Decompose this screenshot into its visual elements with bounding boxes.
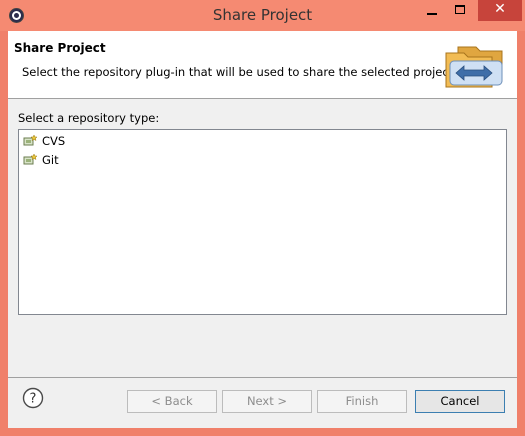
wizard-header: Share Project Select the repository plug… xyxy=(8,31,517,99)
list-item-label: Git xyxy=(42,153,59,167)
repository-icon xyxy=(23,153,38,165)
minimize-icon xyxy=(427,13,437,15)
list-item[interactable]: CVS xyxy=(23,132,65,150)
share-project-window: Share Project ✕ Share Project Select the… xyxy=(0,0,525,436)
maximize-button[interactable] xyxy=(446,0,474,21)
back-button[interactable]: < Back xyxy=(127,390,217,413)
close-button[interactable]: ✕ xyxy=(478,0,522,21)
wizard-description: Select the repository plug-in that will … xyxy=(22,65,457,79)
wizard-title: Share Project xyxy=(14,41,106,55)
list-item-label: CVS xyxy=(42,134,66,148)
title-bar[interactable]: Share Project ✕ xyxy=(0,0,525,31)
close-icon: ✕ xyxy=(494,1,506,17)
help-icon[interactable]: ? xyxy=(22,387,44,409)
repository-type-list[interactable]: CVS Git xyxy=(18,129,507,315)
svg-text:?: ? xyxy=(30,392,37,407)
repository-type-label: Select a repository type: xyxy=(18,111,160,125)
minimize-button[interactable] xyxy=(418,0,446,21)
share-project-banner-icon xyxy=(445,46,503,88)
finish-button[interactable]: Finish xyxy=(317,390,407,413)
dialog-body: Share Project Select the repository plug… xyxy=(8,31,517,428)
button-bar-divider xyxy=(8,377,517,378)
list-item[interactable]: Git xyxy=(23,151,59,169)
next-button[interactable]: Next > xyxy=(222,390,312,413)
repository-icon xyxy=(23,134,38,146)
maximize-icon xyxy=(455,5,465,14)
cancel-button[interactable]: Cancel xyxy=(415,390,505,413)
